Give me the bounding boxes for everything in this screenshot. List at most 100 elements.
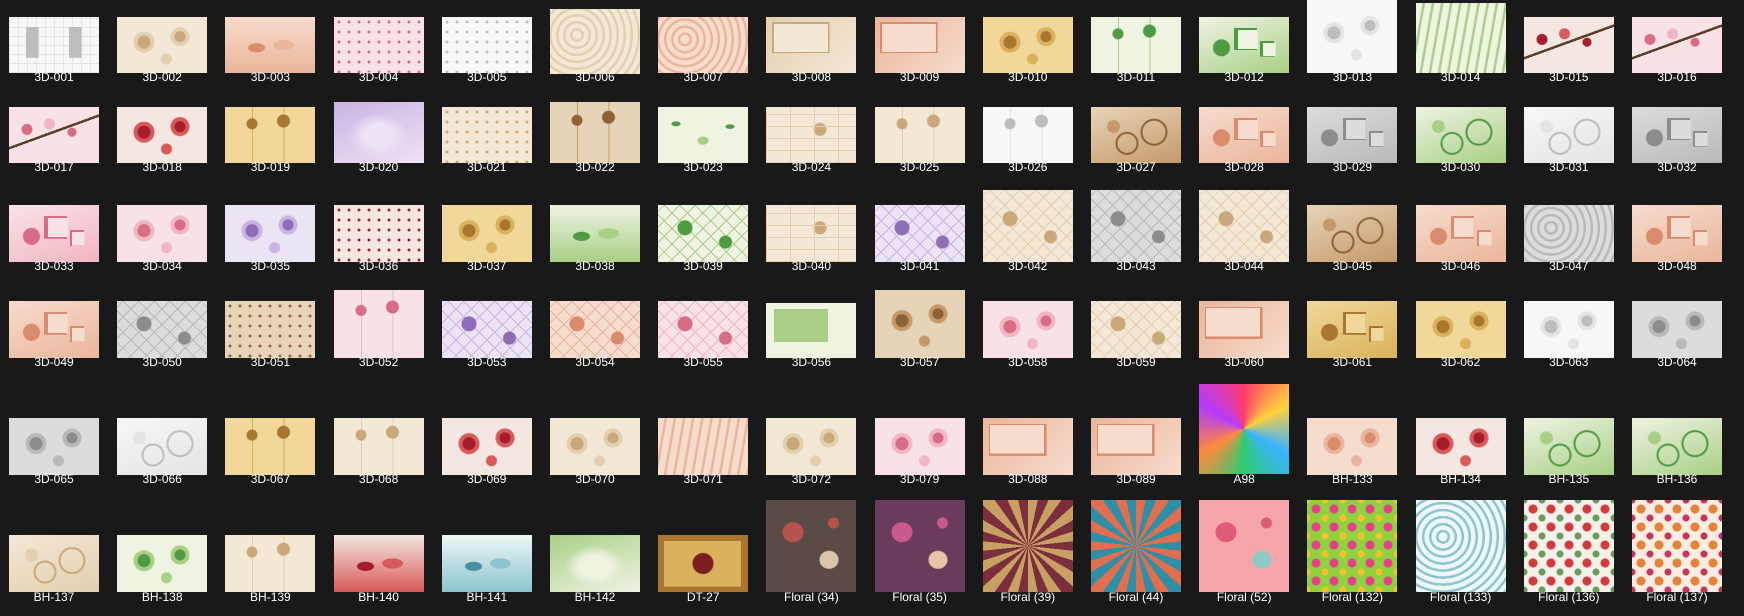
thumbnail-image — [1523, 301, 1614, 358]
thumbnail-image — [658, 205, 749, 262]
thumbnail-image — [9, 205, 99, 262]
thumbnail-image — [225, 301, 316, 358]
thumbnail-label: 3D-014 — [1440, 70, 1481, 84]
thumbnail-image — [333, 205, 424, 262]
thumbnail-image — [1307, 107, 1398, 163]
thumbnail-label: 3D-031 — [1549, 160, 1589, 174]
thumbnail-label: BH-135 — [1548, 472, 1590, 486]
thumbnail-label: 3D-029 — [1332, 160, 1373, 174]
thumbnail-image — [874, 500, 965, 592]
thumbnail-image — [1523, 107, 1614, 163]
thumbnail-label: 3D-001 — [34, 70, 74, 84]
thumbnail-image — [225, 535, 316, 592]
thumbnail-image — [766, 17, 857, 73]
thumbnail-label: 3D-024 — [791, 160, 832, 174]
thumbnail-label: 3D-052 — [358, 355, 399, 369]
thumbnail-label: 3D-051 — [250, 355, 291, 369]
thumbnail-label: 3D-059 — [1116, 355, 1156, 369]
thumbnail-label: BH-133 — [1332, 472, 1373, 486]
thumbnail-image — [225, 17, 316, 73]
thumbnail-label: 3D-044 — [1224, 259, 1264, 273]
thumbnail-image — [874, 418, 965, 475]
thumbnail-image — [1091, 190, 1181, 262]
thumbnail-label: 3D-053 — [467, 355, 507, 369]
thumbnail-image — [441, 107, 532, 163]
thumbnail-image — [1307, 418, 1398, 475]
thumbnail-label: 3D-088 — [1008, 472, 1048, 486]
thumbnail-image — [117, 301, 208, 358]
thumbnail-label: Floral (52) — [1216, 590, 1272, 604]
thumbnail-label: 3D-048 — [1657, 259, 1697, 273]
thumbnail-label: 3D-089 — [1116, 472, 1156, 486]
thumbnail-image — [9, 17, 99, 73]
thumbnail-label: 3D-003 — [250, 70, 291, 84]
thumbnail-image — [1199, 190, 1290, 262]
thumbnail-image — [441, 418, 532, 475]
thumbnail-label: 3D-011 — [1116, 70, 1156, 84]
thumbnail-image — [1415, 418, 1506, 475]
thumbnail-label: Floral (34) — [784, 590, 839, 604]
thumbnail-label: 3D-036 — [358, 259, 399, 273]
thumbnail-image — [550, 301, 640, 358]
thumbnail-grid: 3D-001 3D-002 3D-003 3D-004 3D-005 3D-006 3D-0… — [0, 0, 1744, 616]
thumbnail-image — [766, 205, 857, 262]
thumbnail-label: 3D-043 — [1116, 259, 1156, 273]
thumbnail-label: 3D-042 — [1008, 259, 1048, 273]
thumbnail-image — [1199, 17, 1290, 73]
thumbnail-image — [1307, 301, 1398, 358]
thumbnail-label: 3D-039 — [683, 259, 723, 273]
thumbnail-label: BH-140 — [358, 590, 399, 604]
thumbnail-image — [333, 102, 424, 163]
thumbnail-label: 3D-063 — [1549, 355, 1589, 369]
thumbnail-label: 3D-058 — [1008, 355, 1048, 369]
thumbnail-label: 3D-070 — [575, 472, 615, 486]
thumbnail-image — [658, 418, 749, 475]
thumbnail-image — [1632, 500, 1722, 592]
thumbnail-image — [1632, 301, 1722, 358]
thumbnail-image — [1091, 500, 1181, 592]
thumbnail-label: 3D-035 — [250, 259, 291, 273]
thumbnail-label: Floral (35) — [892, 590, 947, 604]
thumbnail-image — [550, 205, 640, 262]
thumbnail-label: 3D-012 — [1224, 70, 1264, 84]
thumbnail-image — [982, 418, 1073, 475]
thumbnail-image — [1632, 205, 1722, 262]
thumbnail-image — [766, 303, 857, 358]
thumbnail-label: BH-134 — [1440, 472, 1481, 486]
thumbnail-image — [1632, 418, 1722, 475]
thumbnail-image — [117, 418, 208, 475]
thumbnail-label: 3D-007 — [683, 70, 723, 84]
thumbnail-label: Floral (39) — [1000, 590, 1056, 604]
thumbnail-label: 3D-030 — [1440, 160, 1481, 174]
thumbnail-label: 3D-040 — [791, 259, 832, 273]
thumbnail-label: 3D-027 — [1116, 160, 1156, 174]
thumbnail-label: 3D-016 — [1657, 70, 1697, 84]
thumbnail-label: Floral (136) — [1538, 590, 1600, 604]
thumbnail-label: BH-137 — [33, 590, 75, 604]
thumbnail-label: 3D-038 — [575, 259, 615, 273]
thumbnail-image — [225, 205, 316, 262]
thumbnail-label: 3D-047 — [1549, 259, 1589, 273]
thumbnail-label: BH-139 — [250, 590, 291, 604]
thumbnail-label: 3D-028 — [1224, 160, 1264, 174]
thumbnail-label: 3D-021 — [467, 160, 507, 174]
thumbnail-image — [1415, 205, 1506, 262]
thumbnail-label: A98 — [1233, 472, 1255, 486]
thumbnail-label: 3D-009 — [899, 70, 940, 84]
thumbnail-label: 3D-008 — [791, 70, 832, 84]
thumbnail-label: 3D-026 — [1008, 160, 1048, 174]
thumbnail-image — [1091, 107, 1181, 163]
thumbnail-label: BH-136 — [1656, 472, 1698, 486]
thumbnail-label: BH-138 — [141, 590, 183, 604]
thumbnail-image — [1523, 500, 1614, 592]
thumbnail-image — [874, 107, 965, 163]
thumbnail-label: 3D-004 — [358, 70, 399, 84]
thumbnail-image — [117, 107, 208, 163]
thumbnail-image — [1523, 205, 1614, 262]
thumbnail-label: Floral (44) — [1108, 590, 1164, 604]
thumbnail-image — [1199, 384, 1290, 474]
thumbnail-label: 3D-034 — [142, 259, 182, 273]
thumbnail-label: 3D-023 — [683, 160, 723, 174]
thumbnail-label: 3D-045 — [1332, 259, 1373, 273]
thumbnail-image — [766, 418, 857, 475]
